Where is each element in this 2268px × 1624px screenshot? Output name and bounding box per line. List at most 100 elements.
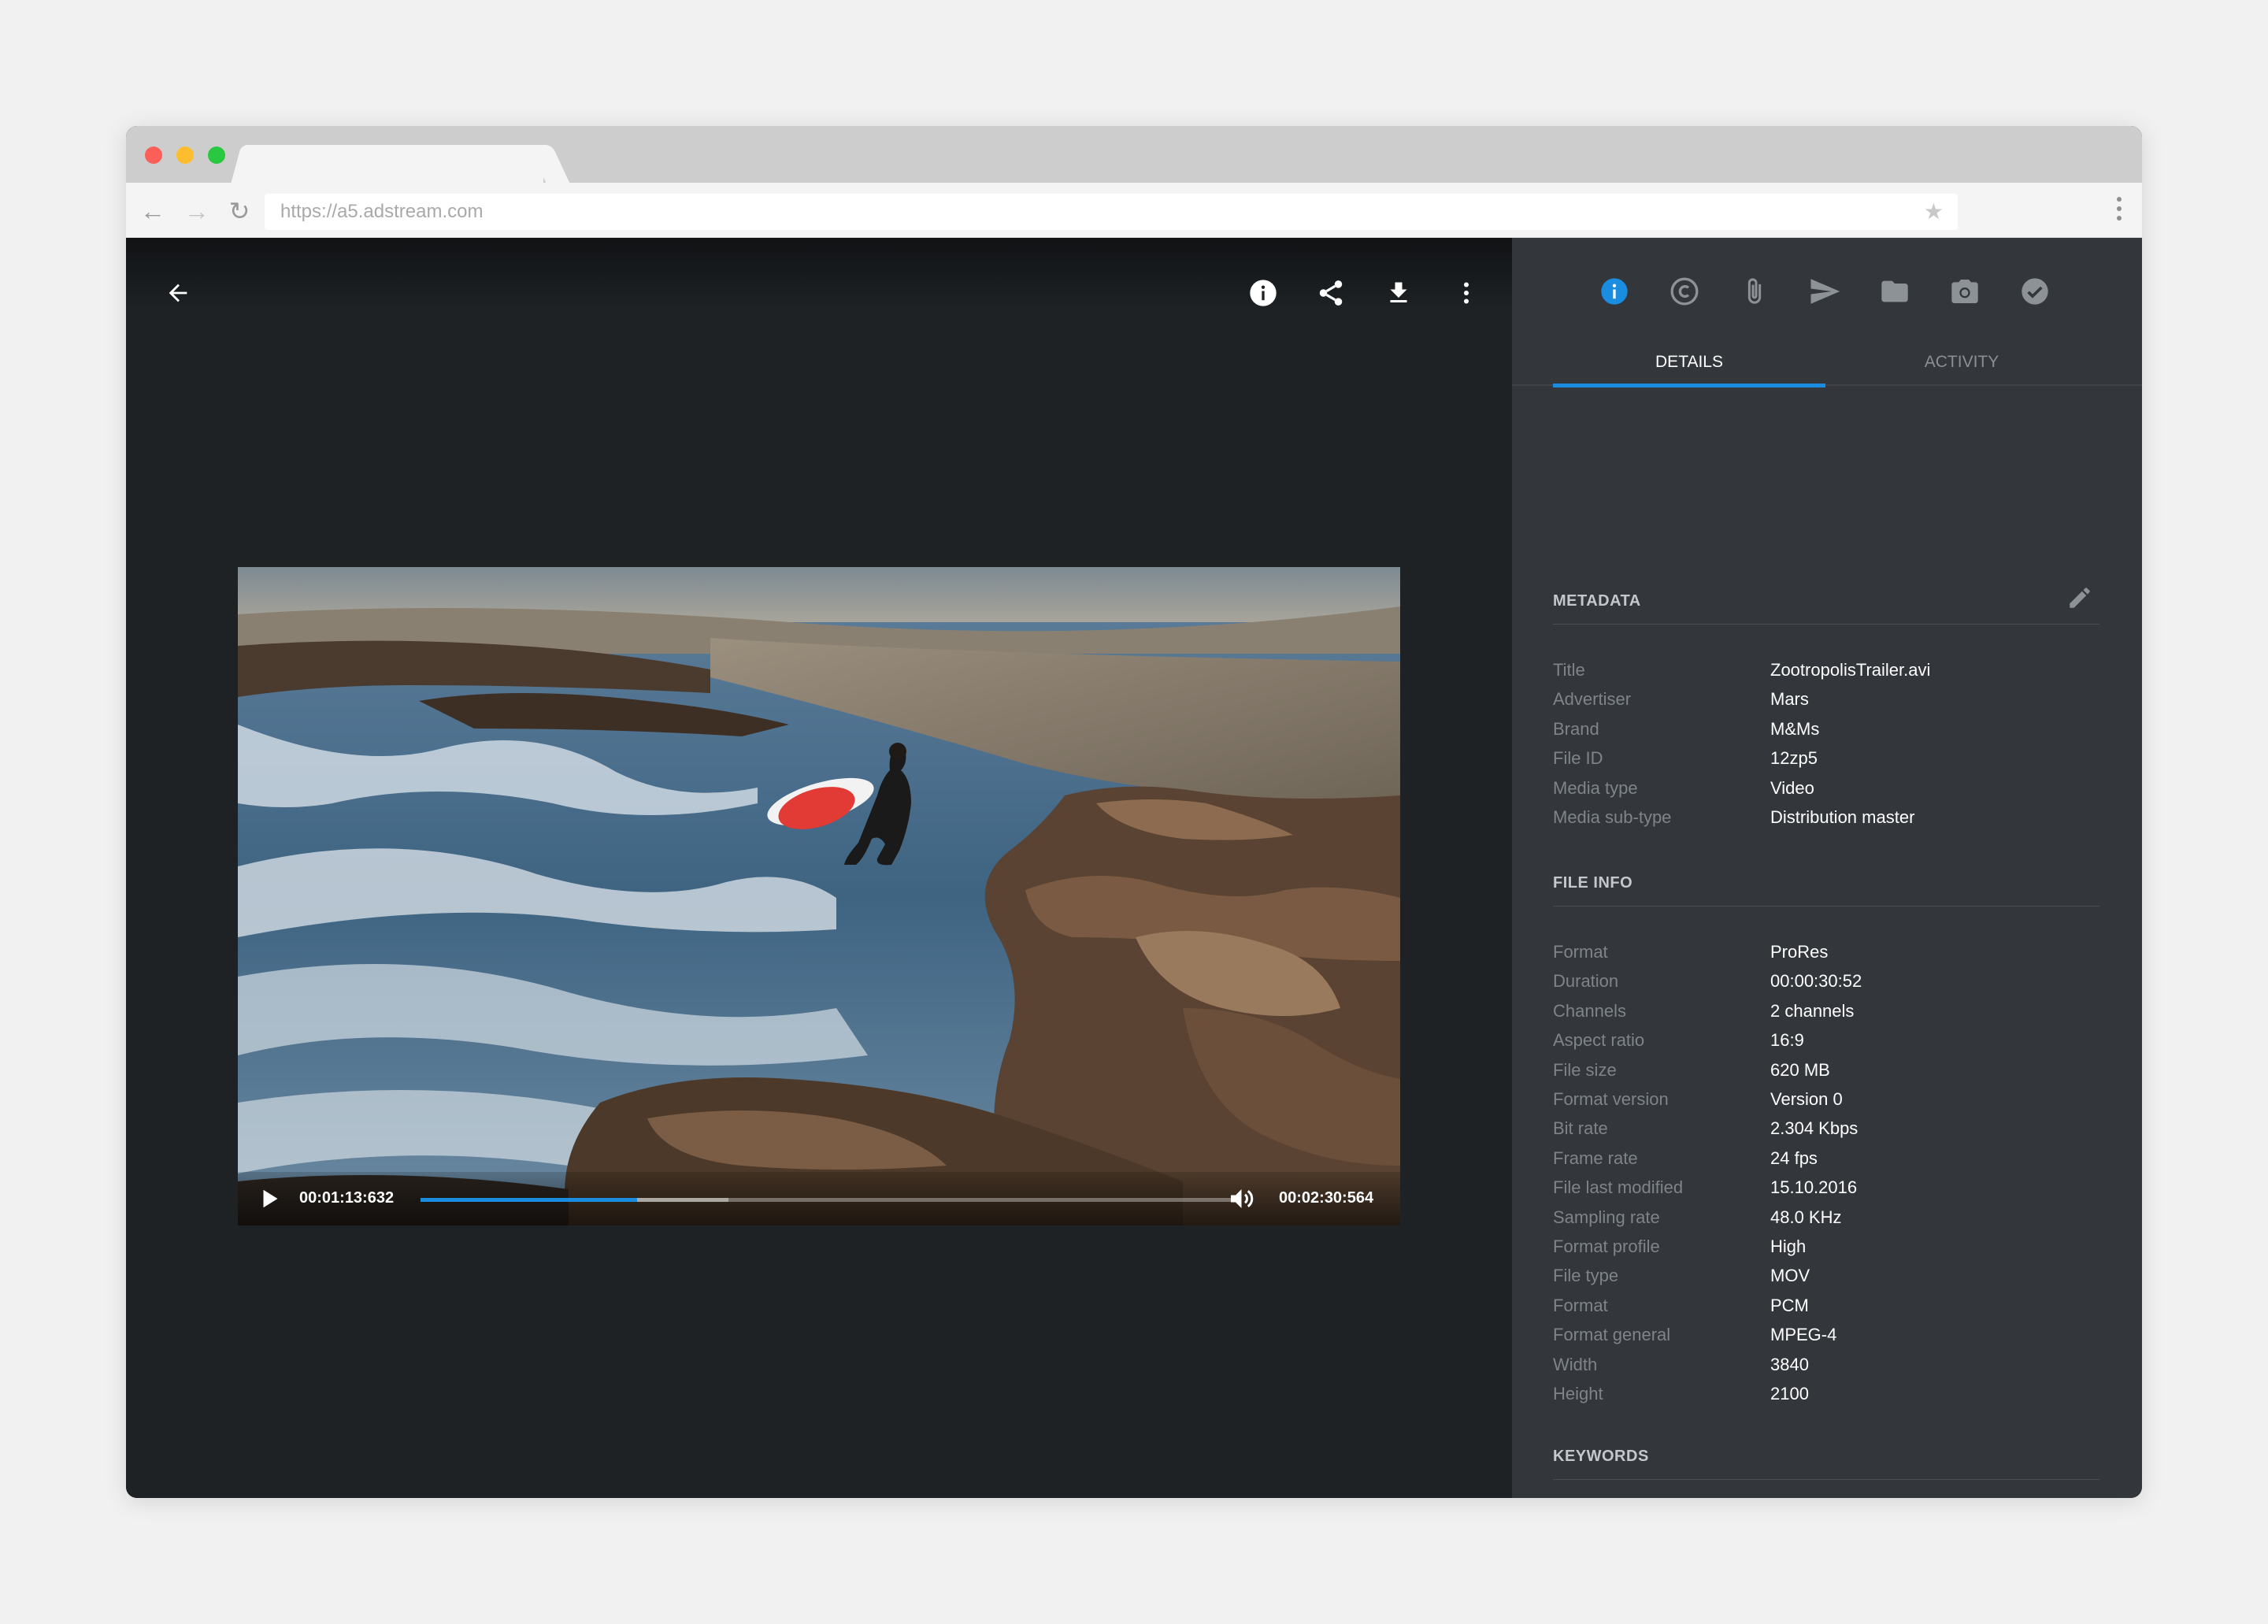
- panel-icon-bar: [1512, 271, 2142, 312]
- file-info-value: 24 fps: [1770, 1148, 1818, 1168]
- more-vertical-icon[interactable]: [1446, 273, 1487, 313]
- metadata-key: Media type: [1553, 777, 1638, 798]
- camera-icon[interactable]: [1944, 271, 1985, 312]
- video-frame[interactable]: 00:01:13:632 00:02:30:564: [238, 567, 1400, 1225]
- seek-bar[interactable]: [421, 1198, 1232, 1202]
- playback-progress: [421, 1198, 637, 1202]
- copyright-icon[interactable]: [1664, 271, 1705, 312]
- file-info-row: Format version Version 0: [1553, 1085, 2099, 1114]
- current-time: 00:01:13:632: [299, 1189, 395, 1207]
- file-info-key: Format version: [1553, 1089, 1669, 1109]
- file-info-row: Format profile High: [1553, 1232, 2099, 1261]
- metadata-divider: [1553, 624, 2099, 625]
- file-info-key: Frame rate: [1553, 1148, 1638, 1168]
- edit-pencil-icon[interactable]: [2066, 584, 2093, 611]
- file-info-key: File last modified: [1553, 1177, 1684, 1198]
- media-viewer: 00:01:13:632 00:02:30:564: [126, 238, 1512, 1498]
- file-info-row: Channels 2 channels: [1553, 996, 2099, 1025]
- file-info-row: Bit rate 2.304 Kbps: [1553, 1114, 2099, 1143]
- back-arrow-icon[interactable]: [158, 273, 198, 313]
- file-info-row: Aspect ratio 16:9: [1553, 1025, 2099, 1055]
- reload-icon[interactable]: ↻: [224, 195, 255, 227]
- browser-toolbar: ← → ↻ https://a5.adstream.com ★: [126, 183, 2142, 238]
- metadata-row: Media sub-type Distribution master: [1553, 803, 2099, 832]
- metadata-row: Advertiser Mars: [1553, 684, 2099, 714]
- metadata-value: M&Ms: [1770, 718, 1820, 739]
- file-info-value: 3840: [1770, 1354, 1809, 1374]
- viewer-toolbar: [126, 238, 1512, 309]
- metadata-key: Media sub-type: [1553, 807, 1672, 827]
- keywords-divider: [1553, 1479, 2099, 1480]
- browser-forward-icon[interactable]: →: [181, 195, 213, 227]
- download-icon[interactable]: [1378, 273, 1419, 313]
- file-info-row: Frame rate 24 fps: [1553, 1144, 2099, 1173]
- tab-activity[interactable]: ACTIVITY: [1825, 339, 2098, 386]
- metadata-value: Video: [1770, 777, 1814, 798]
- file-info-row: Duration 00:00:30:52: [1553, 966, 2099, 996]
- info-icon[interactable]: [1243, 273, 1284, 313]
- bookmark-star-icon[interactable]: ★: [1924, 194, 1944, 230]
- file-info-value: 620 MB: [1770, 1059, 1830, 1080]
- file-info-value: 00:00:30:52: [1770, 971, 1862, 992]
- metadata-value: Mars: [1770, 689, 1809, 710]
- maximize-window-button[interactable]: [208, 146, 225, 164]
- minimize-window-button[interactable]: [176, 146, 194, 164]
- tab-details[interactable]: DETAILS: [1553, 339, 1825, 387]
- file-info-key: Bit rate: [1553, 1118, 1608, 1139]
- metadata-key: Advertiser: [1553, 689, 1632, 710]
- file-info-value: 15.10.2016: [1770, 1177, 1858, 1198]
- file-info-value: MPEG-4: [1770, 1325, 1837, 1345]
- player-controls: 00:01:13:632 00:02:30:564: [238, 1172, 1400, 1225]
- url-text: https://a5.adstream.com: [280, 201, 484, 222]
- file-info-value: Version 0: [1770, 1089, 1843, 1109]
- file-info-value: 2 channels: [1770, 1000, 1855, 1021]
- volume-icon[interactable]: [1227, 1185, 1258, 1213]
- file-info-key: Format profile: [1553, 1237, 1660, 1256]
- video-still-image: [238, 567, 1400, 1225]
- file-info-row: File size 620 MB: [1553, 1055, 2099, 1085]
- share-icon[interactable]: [1310, 273, 1351, 313]
- file-info-value: High: [1770, 1237, 1807, 1256]
- metadata-value: ZootropolisTrailer.avi: [1770, 660, 1931, 680]
- file-info-key: Format general: [1553, 1325, 1671, 1345]
- keywords-heading: KEYWORDS: [1553, 1448, 1649, 1465]
- file-info-row: Format PCM: [1553, 1291, 2099, 1320]
- file-info-divider: [1553, 906, 2099, 907]
- browser-back-icon[interactable]: ←: [137, 195, 169, 227]
- paperclip-icon[interactable]: [1734, 271, 1775, 312]
- browser-tab[interactable]: [244, 145, 543, 183]
- metadata-value: 12zp5: [1770, 748, 1818, 769]
- file-info-value: MOV: [1770, 1266, 1810, 1286]
- file-info-value: 16:9: [1770, 1030, 1804, 1051]
- file-info-key: Channels: [1553, 1000, 1626, 1021]
- file-info-row: Format ProRes: [1553, 937, 2099, 966]
- close-window-button[interactable]: [145, 146, 162, 164]
- metadata-key: File ID: [1553, 748, 1603, 769]
- check-circle-icon[interactable]: [2014, 271, 2055, 312]
- metadata-row: Media type Video: [1553, 773, 2099, 803]
- metadata-row: Title ZootropolisTrailer.avi: [1553, 655, 2099, 684]
- play-icon[interactable]: [255, 1185, 284, 1213]
- file-info-value: 48.0 KHz: [1770, 1207, 1842, 1227]
- file-info-row: Sampling rate 48.0 KHz: [1553, 1203, 2099, 1232]
- address-bar[interactable]: https://a5.adstream.com ★: [265, 194, 1958, 230]
- browser-tab-strip: [126, 126, 2142, 183]
- file-info-key: File type: [1553, 1266, 1619, 1286]
- file-info-row: Format general MPEG-4: [1553, 1320, 2099, 1349]
- file-info-row: Height 2100: [1553, 1379, 2099, 1408]
- metadata-key: Title: [1553, 660, 1585, 680]
- metadata-key: Brand: [1553, 718, 1599, 739]
- file-info-row: File last modified 15.10.2016: [1553, 1173, 2099, 1202]
- asset-details-panel: DETAILS ACTIVITY METADATA Title Zootropol…: [1512, 238, 2142, 1498]
- file-info-key: Height: [1553, 1384, 1603, 1403]
- file-info-key: Aspect ratio: [1553, 1030, 1645, 1051]
- metadata-row: Brand M&Ms: [1553, 714, 2099, 743]
- browser-window: ← → ↻ https://a5.adstream.com ★ 00:01:13…: [126, 126, 2142, 1498]
- folder-icon[interactable]: [1874, 271, 1915, 312]
- file-info-key: Width: [1553, 1354, 1598, 1374]
- browser-menu-icon[interactable]: [2115, 197, 2123, 225]
- panel-info-icon[interactable]: [1594, 271, 1635, 312]
- file-info-key: Format: [1553, 942, 1608, 962]
- metadata-heading: METADATA: [1553, 592, 1641, 610]
- send-icon[interactable]: [1804, 271, 1845, 312]
